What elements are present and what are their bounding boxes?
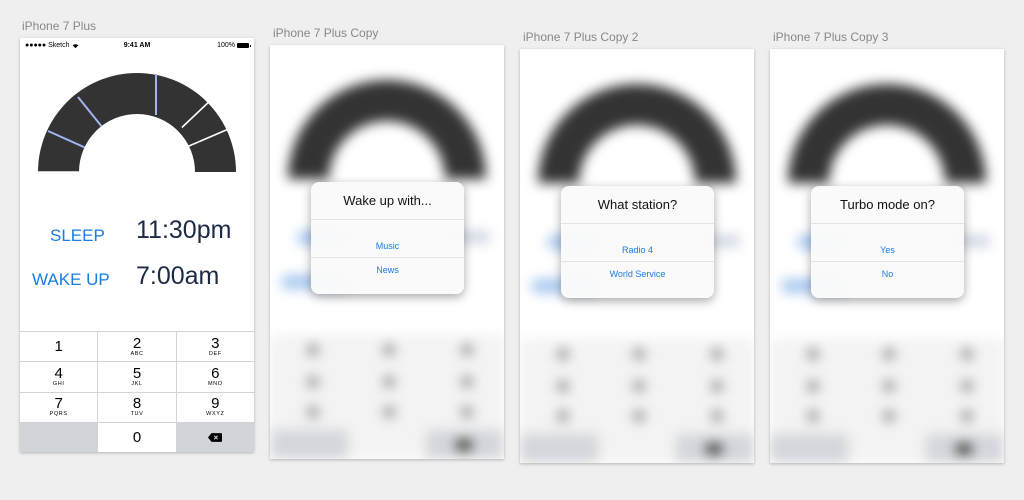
key-5[interactable]: 5 JKL bbox=[98, 362, 176, 392]
status-bar: ●●●●● Sketch 9:41 AM 100% bbox=[20, 38, 254, 54]
dialog-title: What station? bbox=[561, 186, 714, 224]
key-letters: PQRS bbox=[49, 411, 68, 418]
sleep-label: SLEEP bbox=[50, 226, 105, 245]
wake-up-dialog: Wake up with... Music News bbox=[311, 182, 464, 294]
key-7[interactable]: 7 PQRS bbox=[20, 392, 98, 422]
key-digit: 5 bbox=[132, 364, 142, 382]
key-digit: 0 bbox=[132, 428, 142, 446]
option-yes[interactable]: Yes bbox=[811, 238, 964, 262]
turbo-dialog: Turbo mode on? Yes No bbox=[811, 186, 964, 298]
dialog-spacer bbox=[311, 220, 464, 234]
sleep-time[interactable]: 11:30pm bbox=[136, 216, 231, 245]
option-news[interactable]: News bbox=[311, 258, 464, 282]
key-blank bbox=[20, 422, 98, 452]
key-digit: 2 bbox=[132, 334, 142, 352]
dialog-spacer bbox=[561, 224, 714, 238]
key-letters: WXYZ bbox=[206, 411, 225, 418]
key-digit: 1 bbox=[54, 338, 63, 356]
artboard-label-3[interactable]: iPhone 7 Plus Copy 2 bbox=[523, 30, 638, 44]
option-radio-4[interactable]: Radio 4 bbox=[561, 238, 714, 262]
blurred-gauge bbox=[538, 84, 736, 183]
key-digit: 4 bbox=[54, 364, 63, 382]
wake-label: WAKE UP bbox=[32, 270, 110, 289]
option-world-service[interactable]: World Service bbox=[561, 262, 714, 286]
key-digit: 8 bbox=[132, 395, 142, 413]
wake-row[interactable]: WAKE UP 7:00am bbox=[20, 260, 254, 300]
key-0[interactable]: 0 bbox=[98, 422, 176, 452]
key-digit: 6 bbox=[211, 364, 220, 382]
sleep-row[interactable]: SLEEP 11:30pm bbox=[20, 216, 254, 256]
key-digit: 9 bbox=[211, 395, 220, 413]
gauge-arc bbox=[38, 73, 236, 172]
key-digit: 7 bbox=[54, 395, 63, 413]
dialog-spacer bbox=[811, 286, 964, 298]
wake-time[interactable]: 7:00am bbox=[136, 262, 219, 291]
key-letters: DEF bbox=[208, 350, 222, 357]
station-dialog: What station? Radio 4 World Service bbox=[561, 186, 714, 298]
blurred-gauge bbox=[788, 84, 986, 183]
phone-main: ●●●●● Sketch 9:41 AM 100% SLEEP 11:30pm … bbox=[20, 38, 254, 452]
battery-icon bbox=[237, 43, 251, 48]
key-4[interactable]: 4 GHI bbox=[20, 362, 98, 392]
battery-indicator: 100% bbox=[217, 42, 251, 49]
phone-copy-1: Wake up with... Music News bbox=[270, 45, 504, 459]
sleep-gauge[interactable] bbox=[38, 71, 236, 173]
battery-percent: 100% bbox=[217, 42, 235, 49]
key-letters: JKL bbox=[131, 380, 143, 387]
dialog-spacer bbox=[561, 286, 714, 298]
key-letters: MNO bbox=[208, 380, 223, 387]
dialog-title: Turbo mode on? bbox=[811, 186, 964, 224]
dialog-spacer bbox=[311, 282, 464, 294]
key-digit: 3 bbox=[211, 334, 220, 352]
numeric-keypad: 1 2 ABC 3 DEF 4 GHI 5 JKL 6 MNO 7 PQRS 8 TUV 9W… bbox=[20, 331, 254, 452]
option-no[interactable]: No bbox=[811, 262, 964, 286]
artboard-label-4[interactable]: iPhone 7 Plus Copy 3 bbox=[773, 30, 888, 44]
backspace-icon bbox=[208, 433, 223, 442]
key-1[interactable]: 1 bbox=[20, 332, 98, 362]
option-music[interactable]: Music bbox=[311, 234, 464, 258]
artboard-label-1[interactable]: iPhone 7 Plus bbox=[22, 19, 96, 33]
phone-copy-2: What station? Radio 4 World Service bbox=[520, 49, 754, 463]
phone-copy-3: Turbo mode on? Yes No bbox=[770, 49, 1004, 463]
delete-key[interactable] bbox=[176, 422, 254, 452]
key-2[interactable]: 2 ABC bbox=[98, 332, 176, 362]
key-8[interactable]: 8 TUV bbox=[98, 392, 176, 422]
key-letters: GHI bbox=[52, 380, 65, 387]
key-9[interactable]: 9 WXYZ bbox=[176, 392, 254, 422]
key-6[interactable]: 6 MNO bbox=[176, 362, 254, 392]
key-letters: ABC bbox=[130, 350, 144, 357]
blurred-gauge bbox=[288, 80, 486, 179]
key-letters: TUV bbox=[130, 411, 144, 418]
dialog-title: Wake up with... bbox=[311, 182, 464, 220]
key-3[interactable]: 3 DEF bbox=[176, 332, 254, 362]
artboard-label-2[interactable]: iPhone 7 Plus Copy bbox=[273, 26, 378, 40]
dialog-spacer bbox=[811, 224, 964, 238]
